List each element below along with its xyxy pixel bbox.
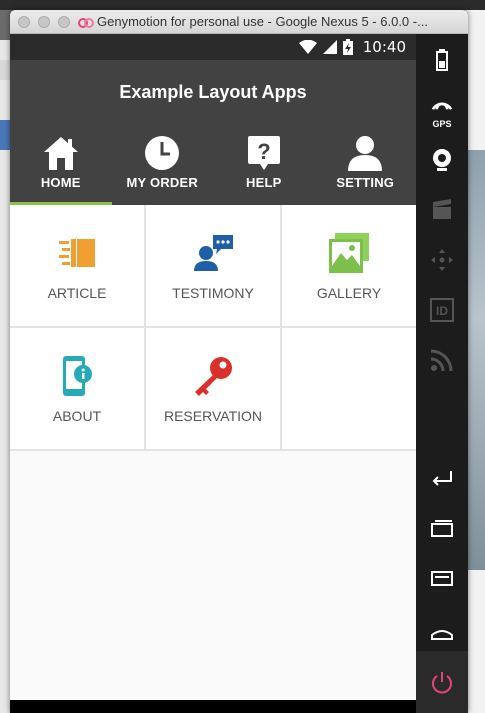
user-icon [348,136,383,171]
app-title: Example Layout Apps [119,82,307,102]
tab-setting[interactable]: SETTING [315,134,417,205]
tab-home[interactable]: HOME [10,134,112,205]
gps-widget-button[interactable]: GPS [416,91,468,129]
about-icon [63,355,92,396]
gallery-icon [329,232,369,273]
network-widget-button[interactable] [416,342,468,378]
menu-item-label: TESTIMONY [172,284,254,301]
remote-control-widget-button[interactable] [416,242,468,278]
menu-item-about[interactable]: ABOUT [10,328,144,449]
menu-item-testimony[interactable]: TESTIMONY [146,205,280,326]
window-title: Genymotion for personal use - Google Nex… [97,14,428,29]
identifiers-widget-button[interactable]: ID [416,292,468,328]
phone-bottom-edge [10,700,416,713]
menu-item-article[interactable]: ARTICLE [10,205,144,326]
tab-label: MY ORDER [126,175,198,190]
window-controls [18,15,70,28]
menu-button[interactable] [416,560,468,596]
menu-grid: ARTICLE TESTIMONY GALLERY ABOUT RESERVAT… [10,205,416,451]
menu-icon [431,571,453,586]
clock-icon [145,136,180,170]
emulator-window: Genymotion for personal use - Google Nex… [10,10,468,713]
menu-item-label: ABOUT [52,407,102,424]
webcam-icon [433,149,451,171]
menu-item-label: RESERVATION [163,407,263,424]
emulator-sidebar: GPS ID [416,34,468,713]
close-window-button[interactable] [18,15,30,28]
tab-bar: HOME MY ORDER ? HELP SETTING [10,134,416,205]
battery-widget-button[interactable] [416,42,468,78]
power-button[interactable] [416,651,468,713]
background-window-right [465,10,485,713]
tab-label: HOME [40,175,81,190]
power-icon [432,672,452,694]
key-icon [195,356,232,396]
menu-item-reservation[interactable]: RESERVATION [146,328,280,449]
menu-item-label: GALLERY [316,284,382,301]
back-button[interactable] [416,458,468,494]
wifi-icon [298,40,317,54]
tab-help[interactable]: ? HELP [213,134,315,205]
article-icon [59,238,95,267]
help-icon: ? [247,136,280,170]
webcam-widget-button[interactable] [416,142,468,178]
recent-apps-button[interactable] [416,510,468,546]
window-titlebar: Genymotion for personal use - Google Nex… [10,10,468,34]
minimize-window-button[interactable] [38,15,50,28]
id-icon: ID [430,298,454,322]
signal-icon [322,40,337,54]
android-status-bar: 10:40 [10,34,416,60]
tab-label: SETTING [336,175,395,190]
genymotion-logo-icon [78,17,94,28]
recent-apps-icon [431,520,453,537]
gps-label: GPS [432,119,452,129]
home-button[interactable] [416,614,468,650]
capture-widget-button[interactable] [416,192,468,228]
rss-icon [430,349,453,372]
desktop-menubar [0,0,485,10]
tab-label: HELP [246,175,282,190]
back-icon [432,471,452,486]
dpad-icon [431,249,453,271]
testimony-icon [194,234,233,271]
menu-item-gallery[interactable]: GALLERY [282,205,416,326]
home-outline-icon [431,630,453,640]
phone-screen: 10:40 Example Layout Apps HOME MY ORDER … [10,34,416,700]
zoom-window-button[interactable] [58,15,70,28]
home-icon [43,137,78,170]
battery-icon [436,49,448,71]
menu-item-label: ARTICLE [47,284,107,301]
status-time: 10:40 [362,38,406,56]
menu-empty-cell [282,328,416,449]
clapperboard-icon [433,199,451,219]
svg-text:?: ? [257,139,270,164]
app-toolbar: Example Layout Apps HOME MY ORDER ? HELP… [10,60,416,205]
tab-my-order[interactable]: MY ORDER [112,134,214,205]
battery-charging-icon [342,39,353,55]
id-label: ID [436,304,448,318]
gps-icon: GPS [429,91,455,129]
